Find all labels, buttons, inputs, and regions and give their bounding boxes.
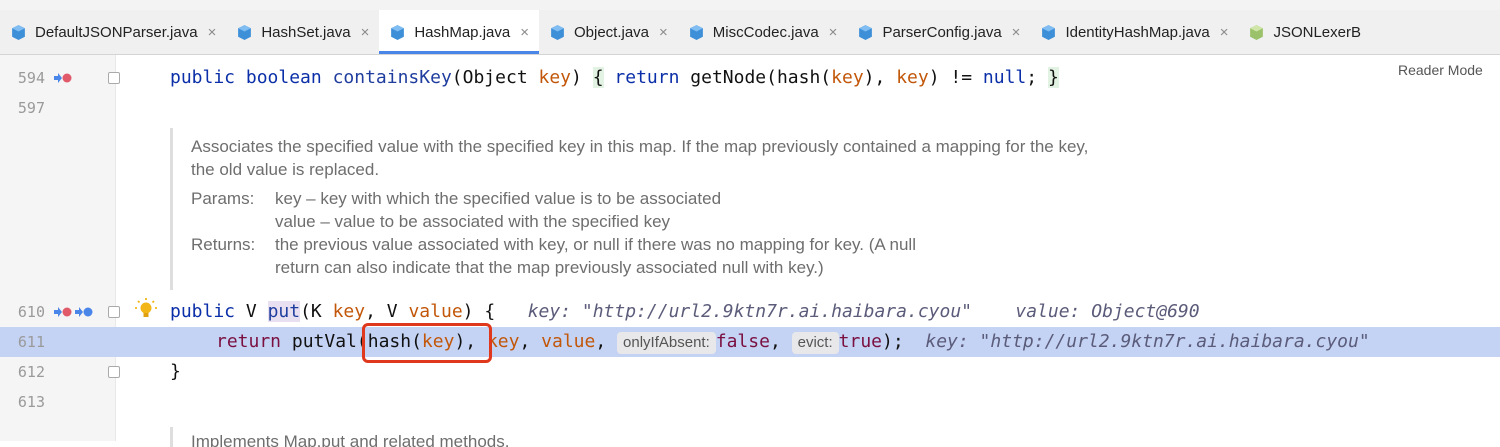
line-number: 613 [17, 393, 45, 411]
debug-value-hint: key: "http://url2.9ktn7r.ai.haibara.cyou… [527, 301, 973, 322]
java-class-icon [12, 24, 25, 40]
overrides-method-icon[interactable] [53, 71, 73, 85]
code-line-611: 611 return putVal(hash(key), key, value,… [0, 327, 1500, 357]
java-class-icon [1042, 24, 1056, 40]
tab-object[interactable]: Object.java × [539, 10, 678, 54]
tab-label: ParserConfig.java [882, 23, 1002, 41]
close-icon[interactable]: × [1220, 24, 1229, 41]
close-icon[interactable]: × [361, 24, 370, 41]
java-class-icon [689, 24, 703, 40]
tab-hashset[interactable]: HashSet.java × [226, 10, 379, 54]
tab-label: Object.java [573, 23, 650, 41]
code-text: public V put(K key, V value) { key: "htt… [170, 301, 1200, 322]
line-number: 610 [17, 303, 45, 321]
line-number: 612 [17, 363, 45, 381]
close-icon[interactable]: × [208, 24, 217, 41]
tab-label: HashSet.java [261, 23, 351, 41]
java-interface-icon [1250, 24, 1264, 40]
editor-tab-bar: DefaultJSONParser.java × HashSet.java × … [0, 10, 1500, 55]
code-line-612: 612 } [0, 357, 1500, 387]
code-line-613: 613 [0, 387, 1500, 417]
fold-toggle[interactable] [108, 306, 120, 318]
line-number: 597 [17, 99, 45, 117]
tab-hashmap[interactable]: HashMap.java × [379, 10, 539, 54]
java-class-icon [238, 24, 252, 40]
javadoc-description: Associates the specified value with the … [191, 137, 1089, 179]
code-editor[interactable]: Reader Mode 594 public boolean containsK… [0, 55, 1500, 447]
line-number: 611 [17, 333, 45, 351]
tab-label: MiscCodec.java [712, 23, 819, 41]
debug-value-hint: key: "http://url2.9ktn7r.ai.haibara.cyou… [925, 331, 1370, 352]
tab-jsonlexerb[interactable]: JSONLexerB [1238, 10, 1371, 54]
tab-parserconfig[interactable]: ParserConfig.java × [847, 10, 1030, 54]
tab-label: JSONLexerB [1273, 23, 1361, 41]
code-text: } [170, 361, 181, 382]
java-class-icon [859, 24, 873, 40]
tab-identityhashmap[interactable]: IdentityHashMap.java × [1030, 10, 1238, 54]
annotation-highlight-box [362, 323, 492, 363]
java-class-icon [551, 24, 564, 40]
fold-toggle[interactable] [108, 72, 120, 84]
code-line-610: 610 public V put(K key, V value) { key: … [0, 297, 1500, 327]
javadoc-block-next: Implements Map.put and related methods. [170, 427, 873, 447]
code-text: public boolean containsKey(Object key) {… [170, 67, 1059, 88]
parameter-hint: evict: [791, 332, 839, 354]
tab-defaultjsonparser[interactable]: DefaultJSONParser.java × [0, 10, 226, 54]
debug-value-hint: value: Object@690 [1015, 301, 1200, 322]
close-icon[interactable]: × [829, 24, 838, 41]
parameter-hint: onlyIfAbsent: [617, 332, 716, 354]
tab-misccodec[interactable]: MiscCodec.java × [678, 10, 848, 54]
tab-label: HashMap.java [414, 23, 511, 41]
fold-toggle[interactable] [108, 366, 120, 378]
overrides-method-icon[interactable] [53, 305, 95, 319]
close-icon[interactable]: × [520, 24, 529, 41]
close-icon[interactable]: × [659, 24, 668, 41]
lightbulb-icon[interactable] [135, 298, 157, 322]
javadoc-block: Associates the specified value with the … [170, 128, 1173, 290]
close-icon[interactable]: × [1012, 24, 1021, 41]
java-class-icon [391, 24, 405, 40]
code-line-594: 594 public boolean containsKey(Object ke… [0, 63, 1500, 93]
tab-label: DefaultJSONParser.java [35, 23, 198, 41]
tab-label: IdentityHashMap.java [1065, 23, 1210, 41]
line-number: 594 [17, 69, 45, 87]
code-line-597: 597 [0, 93, 1500, 123]
